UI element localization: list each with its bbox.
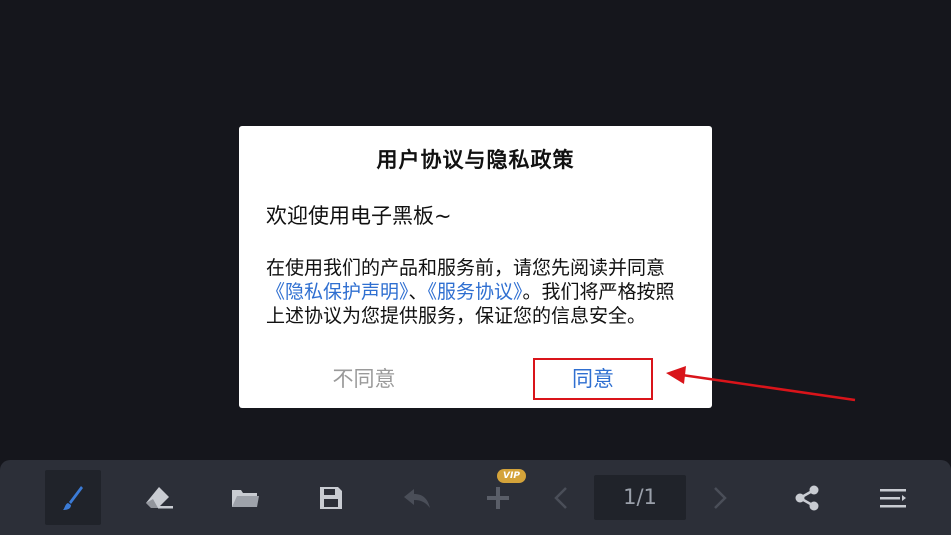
service-agreement-link[interactable]: 《服务协议》 bbox=[428, 281, 523, 303]
prev-page-icon bbox=[554, 486, 567, 509]
save-icon bbox=[320, 486, 342, 509]
menu-icon bbox=[880, 488, 906, 507]
folder-icon bbox=[232, 489, 259, 507]
page-indicator: 1/1 bbox=[594, 475, 686, 520]
body-separator: 、 bbox=[408, 281, 428, 303]
share-icon bbox=[795, 485, 819, 510]
brush-tool-button[interactable] bbox=[45, 470, 101, 525]
welcome-text: 欢迎使用电子黑板~ bbox=[266, 204, 452, 228]
menu-button[interactable] bbox=[865, 470, 921, 525]
next-page-button[interactable] bbox=[692, 470, 748, 525]
brush-icon bbox=[63, 485, 83, 510]
disagree-button[interactable]: 不同意 bbox=[319, 363, 409, 395]
agreement-dialog: 用户协议与隐私政策 欢迎使用电子黑板~ 在使用我们的产品和服务前，请您先阅读并同… bbox=[239, 126, 712, 408]
privacy-policy-link[interactable]: 《隐私保护声明》 bbox=[266, 281, 409, 303]
add-page-icon bbox=[487, 486, 509, 509]
agree-button[interactable]: 同意 bbox=[533, 358, 653, 400]
agreement-body: 在使用我们的产品和服务前，请您先阅读并同意《隐私保护声明》、《服务协议》。我们将… bbox=[266, 256, 686, 328]
previous-page-button[interactable] bbox=[533, 470, 589, 525]
open-file-button[interactable] bbox=[217, 470, 273, 525]
dialog-title: 用户协议与隐私政策 bbox=[376, 148, 575, 172]
undo-button[interactable] bbox=[389, 470, 445, 525]
annotation-arrow bbox=[666, 366, 856, 402]
eraser-tool-button[interactable] bbox=[131, 470, 187, 525]
bottom-toolbar: VIP 1/1 bbox=[0, 460, 951, 535]
undo-icon bbox=[404, 488, 430, 508]
vip-badge: VIP bbox=[497, 469, 526, 483]
share-button[interactable] bbox=[779, 470, 835, 525]
next-page-icon bbox=[714, 486, 727, 509]
save-button[interactable] bbox=[303, 470, 359, 525]
body-prefix: 在使用我们的产品和服务前，请您先阅读并同意 bbox=[266, 257, 666, 279]
eraser-icon bbox=[146, 486, 173, 508]
